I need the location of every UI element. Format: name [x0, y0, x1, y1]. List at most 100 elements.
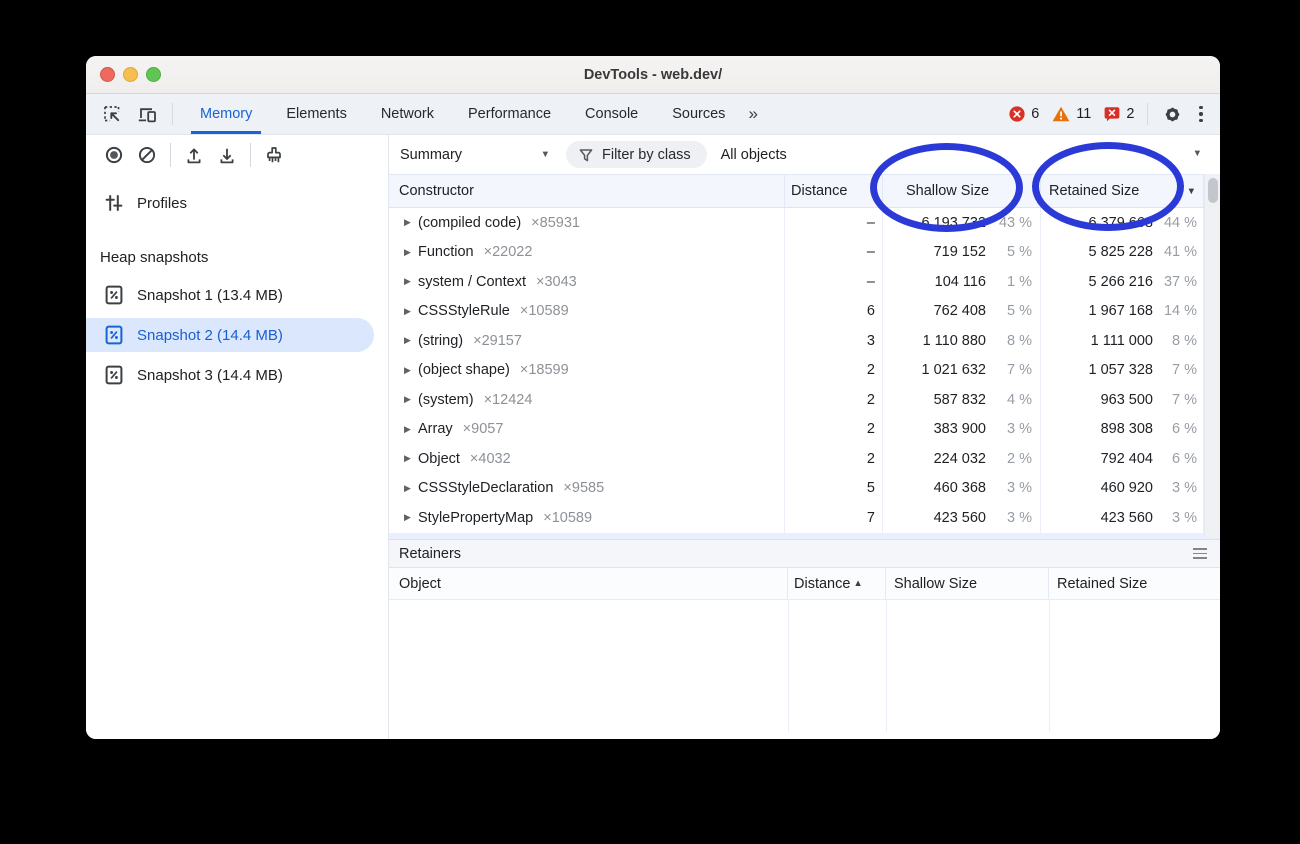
shallow-size-value: 719 152	[883, 244, 986, 260]
inspect-element-icon[interactable]	[102, 104, 122, 124]
collect-garbage-brush-icon[interactable]	[264, 145, 284, 165]
distance-value: –	[785, 208, 883, 238]
clear-profiles-icon[interactable]	[137, 145, 157, 165]
tab-console[interactable]: Console	[568, 94, 655, 134]
snapshot-item-1[interactable]: Snapshot 1 (13.4 MB)	[86, 278, 374, 312]
settings-gear-icon[interactable]	[1161, 103, 1183, 125]
objects-filter-chevron-icon[interactable]: ▼	[1193, 148, 1202, 159]
shallow-size-value: 762 408	[883, 303, 986, 319]
warning-count: 11	[1076, 106, 1091, 122]
issues-count-badge[interactable]: 2	[1104, 106, 1134, 122]
table-row[interactable]: ▶(system)×12424 2 587 8324 % 963 5007 %	[389, 385, 1220, 415]
column-header-constructor[interactable]: Constructor	[389, 175, 785, 207]
heap-snapshot-icon	[104, 325, 124, 345]
table-row[interactable]: ▶(compiled code)×85931 – 6 193 73243 % 6…	[389, 208, 1220, 238]
shallow-size-percent: 8 %	[986, 333, 1040, 349]
instance-count: ×10589	[520, 303, 569, 319]
expand-icon[interactable]: ▶	[404, 483, 418, 494]
devtools-tabbar: Memory Elements Network Performance Cons…	[86, 94, 1220, 135]
expand-icon[interactable]: ▶	[404, 424, 418, 435]
objects-filter-select[interactable]: All objects	[721, 147, 787, 163]
column-header-distance[interactable]: Distance	[785, 175, 883, 207]
constructor-name: CSSStyleRule	[418, 303, 510, 319]
expand-icon[interactable]: ▶	[404, 512, 418, 523]
error-count-badge[interactable]: 6	[1009, 106, 1039, 122]
devtools-window: DevTools - web.dev/ Memory Elements	[86, 56, 1220, 739]
constructor-name: Function	[418, 244, 474, 260]
heap-snapshot-icon	[104, 285, 124, 305]
retained-size-percent: 37 %	[1153, 274, 1203, 290]
table-row[interactable]: ▶CSSStyleRule×10589 6 762 4085 % 1 967 1…	[389, 297, 1220, 327]
table-row[interactable]: ▶(string)×29157 3 1 110 8808 % 1 111 000…	[389, 326, 1220, 356]
shallow-size-value: 224 032	[883, 451, 986, 467]
table-row[interactable]: ▶Function×22022 – 719 1525 % 5 825 22841…	[389, 238, 1220, 268]
table-row[interactable]: ▶system / Context×3043 – 104 1161 % 5 26…	[389, 267, 1220, 297]
instance-count: ×10589	[543, 510, 592, 526]
close-window-button[interactable]	[100, 67, 115, 82]
column-header-object[interactable]: Object	[389, 568, 788, 599]
retained-size-value: 423 560	[1041, 510, 1153, 526]
traffic-lights	[100, 67, 161, 82]
column-header-retained-size[interactable]: Retained Size ▼	[1041, 175, 1204, 207]
objects-filter-value: All objects	[721, 147, 787, 163]
retainers-menu-icon[interactable]	[1193, 548, 1210, 559]
retained-size-percent: 7 %	[1153, 392, 1203, 408]
shallow-size-percent: 5 %	[986, 303, 1040, 319]
column-header-distance[interactable]: Distance ▲	[788, 568, 886, 599]
table-row[interactable]: ▶Array×9057 2 383 9003 % 898 3086 %	[389, 415, 1220, 445]
memory-sidebar: Profiles Heap snapshots Snapshot 1 (13.4…	[86, 135, 389, 739]
column-header-shallow-size[interactable]: Shallow Size	[883, 175, 1041, 207]
sidebar-item-profiles[interactable]: Profiles	[86, 187, 388, 219]
sort-descending-icon: ▼	[1187, 186, 1196, 197]
expand-icon[interactable]: ▶	[404, 276, 418, 287]
column-header-shallow-size[interactable]: Shallow Size	[886, 568, 1049, 599]
vertical-scrollbar[interactable]	[1204, 174, 1220, 537]
expand-icon[interactable]: ▶	[404, 247, 418, 258]
column-label: Distance	[791, 183, 847, 199]
tab-network[interactable]: Network	[364, 94, 451, 134]
table-row[interactable]: ▶(object shape)×18599 2 1 021 6327 % 1 0…	[389, 356, 1220, 386]
tab-label: Console	[585, 106, 638, 122]
tab-sources[interactable]: Sources	[655, 94, 742, 134]
constructor-name: Object	[418, 451, 460, 467]
class-filter-input[interactable]: Filter by class	[566, 141, 707, 168]
column-header-retained-size[interactable]: Retained Size	[1049, 568, 1220, 599]
warning-count-badge[interactable]: 11	[1052, 106, 1091, 122]
tab-performance[interactable]: Performance	[451, 94, 568, 134]
column-label: Retained Size	[1049, 183, 1139, 199]
shallow-size-value: 460 368	[883, 480, 986, 496]
table-row[interactable]: ▶CSSStyleDeclaration×9585 5 460 3683 % 4…	[389, 474, 1220, 504]
expand-icon[interactable]: ▶	[404, 306, 418, 317]
issues-count: 2	[1126, 106, 1134, 122]
zoom-window-button[interactable]	[146, 67, 161, 82]
instance-count: ×18599	[520, 362, 569, 378]
tab-label: Performance	[468, 106, 551, 122]
retained-size-value: 1 057 328	[1041, 362, 1153, 378]
device-toolbar-icon[interactable]	[137, 104, 157, 124]
expand-icon[interactable]: ▶	[404, 453, 418, 464]
retained-size-percent: 6 %	[1153, 421, 1203, 437]
more-tabs-icon[interactable]: »	[742, 104, 762, 124]
more-options-menu-icon[interactable]	[1196, 106, 1206, 123]
take-snapshot-record-icon[interactable]	[104, 145, 124, 165]
scrollbar-thumb[interactable]	[1208, 178, 1218, 203]
instance-count: ×85931	[531, 215, 580, 231]
tab-label: Network	[381, 106, 434, 122]
snapshot-item-3[interactable]: Snapshot 3 (14.4 MB)	[86, 358, 374, 392]
expand-icon[interactable]: ▶	[404, 335, 418, 346]
table-row[interactable]: ▶StylePropertyMap×10589 7 423 5603 % 423…	[389, 503, 1220, 533]
expand-icon[interactable]: ▶	[404, 394, 418, 405]
distance-value: 3	[785, 326, 883, 356]
window-title: DevTools - web.dev/	[86, 67, 1220, 83]
expand-icon[interactable]: ▶	[404, 217, 418, 228]
minimize-window-button[interactable]	[123, 67, 138, 82]
table-row[interactable]: ▶Object×4032 2 224 0322 % 792 4046 %	[389, 444, 1220, 474]
shallow-size-percent: 1 %	[986, 274, 1040, 290]
save-profile-download-icon[interactable]	[217, 145, 237, 165]
snapshot-item-2[interactable]: Snapshot 2 (14.4 MB)	[86, 318, 374, 352]
load-profile-upload-icon[interactable]	[184, 145, 204, 165]
expand-icon[interactable]: ▶	[404, 365, 418, 376]
tab-memory[interactable]: Memory	[183, 94, 269, 134]
perspective-select[interactable]: Summary ▼	[400, 147, 550, 163]
tab-elements[interactable]: Elements	[269, 94, 363, 134]
